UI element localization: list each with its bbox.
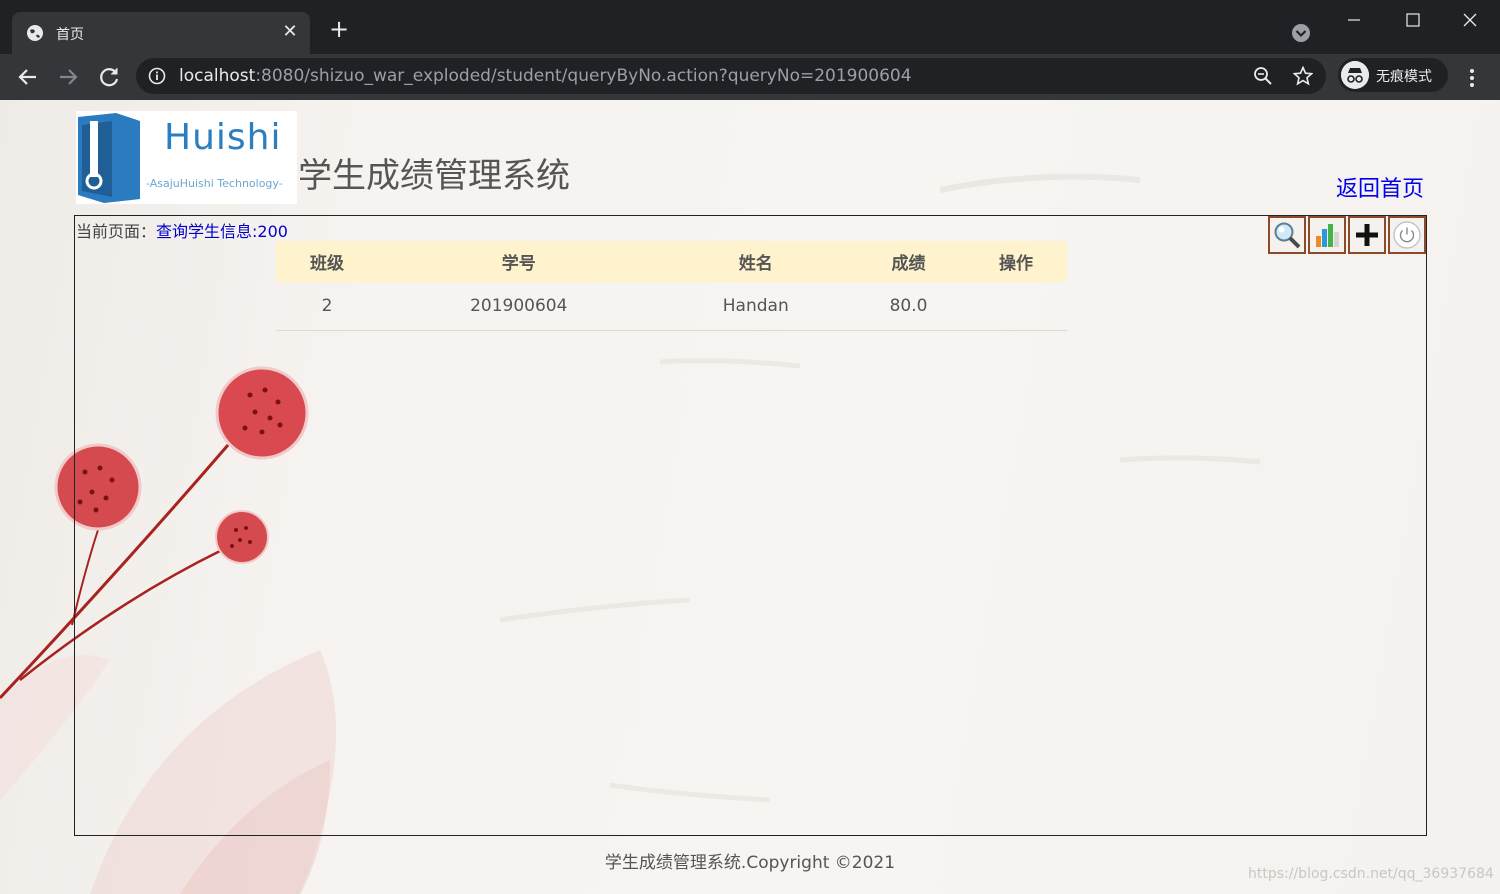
- incognito-label: 无痕模式: [1376, 69, 1432, 85]
- forward-arrow-icon[interactable]: [54, 63, 82, 91]
- incognito-icon: [1341, 61, 1369, 89]
- globe-icon: [27, 25, 43, 41]
- watermark-text: https://blog.csdn.net/qq_36937684: [1248, 866, 1494, 882]
- search-icon: [1274, 222, 1301, 249]
- book-logo-icon: [78, 113, 140, 203]
- info-icon[interactable]: [148, 67, 166, 85]
- column-header-name: 姓名: [659, 241, 853, 282]
- content-frame: 当前页面：查询学生信息:200 班级 学号 姓名 成绩 操作 2 2019006…: [74, 215, 1427, 836]
- browser-tab-strip: 首页 ✕ +: [0, 0, 1500, 54]
- more-menu-icon[interactable]: [1462, 66, 1482, 90]
- statistics-button[interactable]: [1308, 216, 1346, 254]
- breadcrumb-prefix: 当前页面：: [76, 222, 157, 241]
- breadcrumb-current[interactable]: 查询学生信息:200: [156, 222, 288, 241]
- cell-class: 2: [276, 282, 378, 331]
- search-button[interactable]: [1268, 216, 1306, 254]
- logo-tagline: -AsajuHuishi Technology-: [146, 177, 283, 190]
- column-header-student-no: 学号: [378, 241, 660, 282]
- add-student-button[interactable]: [1348, 216, 1386, 254]
- bookmark-star-icon[interactable]: [1293, 66, 1313, 86]
- reload-icon[interactable]: [95, 63, 123, 91]
- new-tab-button[interactable]: +: [326, 17, 352, 41]
- cell-student-no: 201900604: [378, 282, 660, 331]
- cell-score: 80.0: [852, 282, 965, 331]
- add-icon: [1356, 224, 1378, 246]
- column-header-class: 班级: [276, 241, 378, 282]
- power-icon: [1393, 221, 1421, 249]
- page-title: 学生成绩管理系统: [298, 156, 570, 196]
- cell-operation: [964, 282, 1067, 331]
- back-home-link[interactable]: 返回首页: [1336, 171, 1424, 203]
- browser-tab[interactable]: 首页 ✕: [12, 12, 310, 54]
- breadcrumb: 当前页面：查询学生信息:200: [76, 218, 288, 242]
- address-bar[interactable]: localhost:8080/shizuo_war_exploded/stude…: [136, 58, 1326, 94]
- window-close-icon[interactable]: [1450, 6, 1490, 34]
- table-row: 2 201900604 Handan 80.0: [276, 282, 1067, 331]
- logo: Huishi -AsajuHuishi Technology-: [76, 111, 297, 204]
- page-content: Huishi -AsajuHuishi Technology- 学生成绩管理系统…: [0, 100, 1500, 894]
- cell-name: Handan: [659, 282, 853, 331]
- student-score-table: 班级 学号 姓名 成绩 操作 2 201900604 Handan 80.0: [276, 241, 1067, 331]
- zoom-icon[interactable]: [1253, 66, 1273, 86]
- tab-close-icon[interactable]: ✕: [280, 22, 300, 42]
- column-header-operation: 操作: [964, 241, 1067, 282]
- table-header-row: 班级 学号 姓名 成绩 操作: [276, 241, 1067, 282]
- minimize-icon[interactable]: [1334, 6, 1374, 34]
- logout-button[interactable]: [1388, 216, 1426, 254]
- column-header-score: 成绩: [852, 241, 965, 282]
- logo-wordmark: Huishi: [164, 117, 282, 158]
- url-path: :8080/shizuo_war_exploded/student/queryB…: [255, 66, 912, 86]
- browser-toolbar: localhost:8080/shizuo_war_exploded/stude…: [0, 54, 1500, 100]
- back-arrow-icon[interactable]: [14, 63, 42, 91]
- chart-icon: [1316, 224, 1339, 247]
- tab-search-icon[interactable]: [1290, 22, 1312, 44]
- url-host: localhost: [179, 66, 256, 86]
- maximize-icon[interactable]: [1393, 6, 1433, 34]
- url-text[interactable]: localhost:8080/shizuo_war_exploded/stude…: [179, 66, 912, 86]
- incognito-badge[interactable]: 无痕模式: [1338, 58, 1448, 92]
- tab-title: 首页: [56, 27, 84, 43]
